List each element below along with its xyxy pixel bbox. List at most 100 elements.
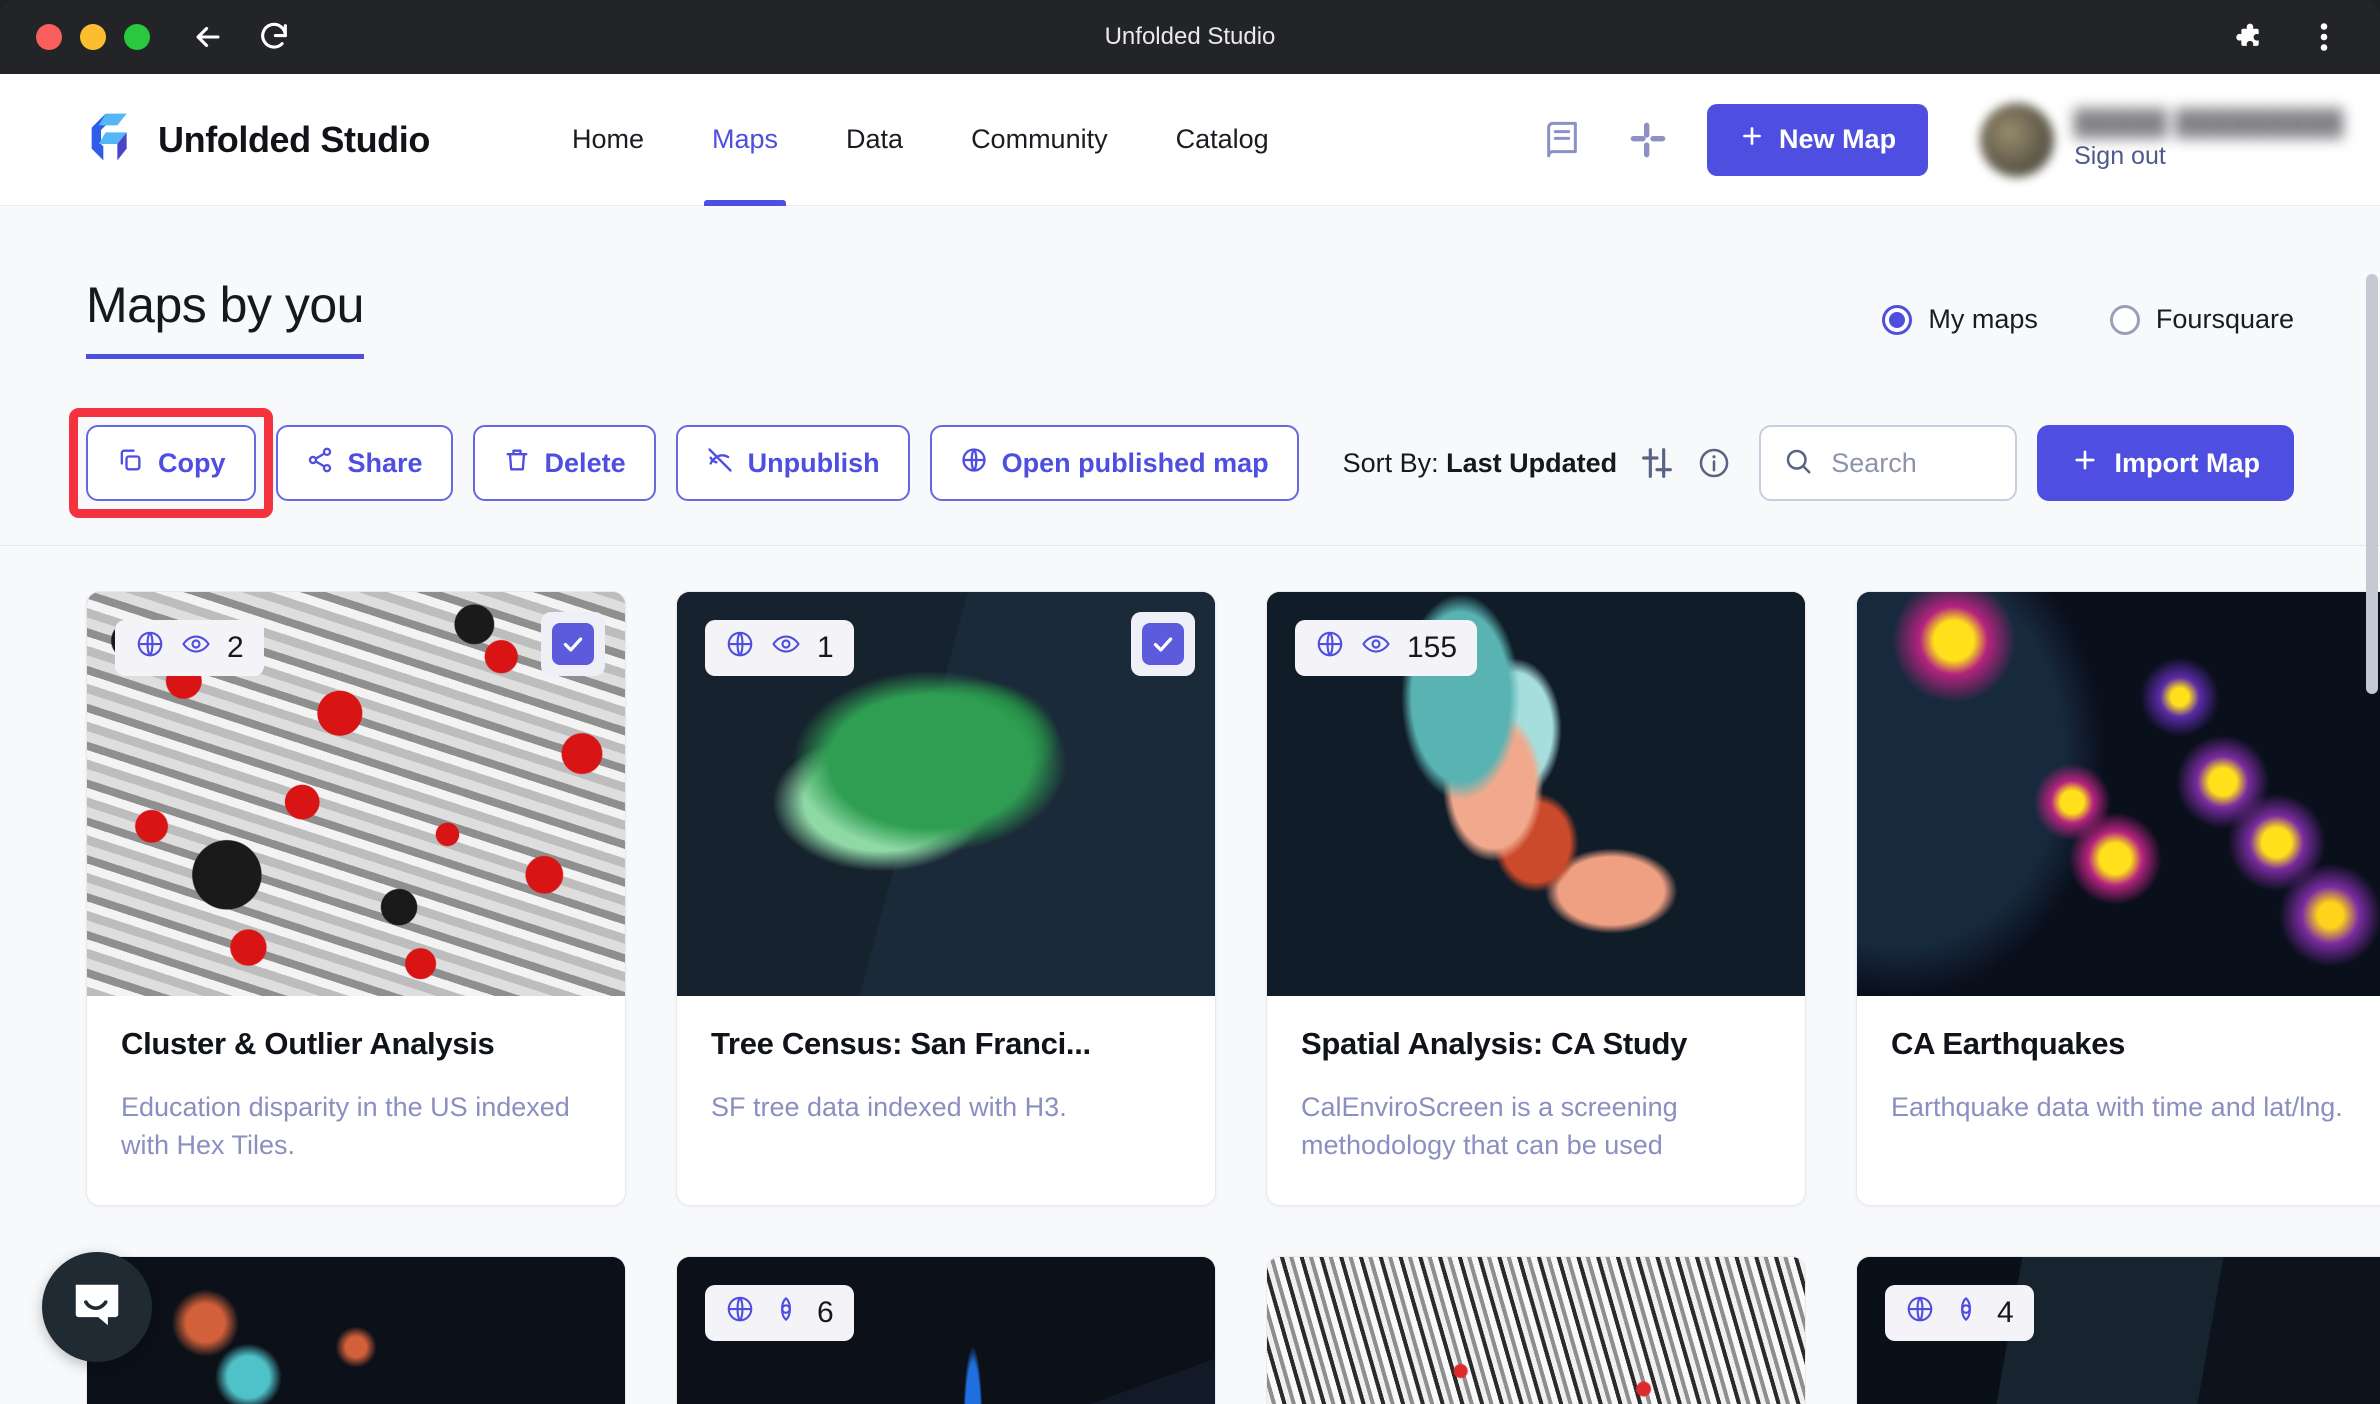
map-preview-image — [1267, 1257, 1805, 1404]
map-card-title: Tree Census: San Franci... — [711, 1026, 1181, 1062]
puzzle-piece-icon[interactable] — [2228, 17, 2268, 57]
map-thumbnail[interactable]: 2 — [87, 592, 625, 996]
globe-icon — [1905, 1294, 1935, 1332]
maps-toolbar: Copy Share Delete Unpublis — [86, 425, 2294, 501]
radio-my-maps-label: My maps — [1928, 304, 2038, 335]
unpublish-label: Unpublish — [748, 448, 880, 479]
share-label: Share — [348, 448, 423, 479]
map-thumbnail[interactable] — [1857, 592, 2380, 996]
intercom-chat-button[interactable] — [42, 1252, 152, 1362]
map-card[interactable]: 1 Tree Census: San Franci... SF tree dat… — [676, 591, 1216, 1206]
map-card-description: SF tree data indexed with H3. — [711, 1088, 1181, 1126]
map-card[interactable]: CA Earthquakes Earthquake data with time… — [1856, 591, 2380, 1206]
map-card[interactable]: 2 Cluster & Outlier Analysis Education d… — [86, 591, 626, 1206]
back-arrow-icon[interactable] — [188, 17, 228, 57]
new-map-button[interactable]: New Map — [1707, 104, 1928, 176]
open-published-map-button[interactable]: Open published map — [930, 425, 1299, 501]
copy-button[interactable]: Copy — [86, 425, 256, 501]
map-status-badge: 6 — [705, 1285, 854, 1341]
browser-chrome: Unfolded Studio — [0, 0, 2380, 74]
map-status-badge: 155 — [1295, 620, 1477, 676]
map-thumbnail[interactable]: 4 — [1857, 1257, 2380, 1404]
vertical-scrollbar[interactable] — [2366, 274, 2378, 694]
map-card-body: Spatial Analysis: CA Study CalEnviroScre… — [1267, 996, 1805, 1205]
unfolded-logo-icon — [80, 109, 136, 170]
sign-out-link[interactable]: Sign out — [2074, 142, 2344, 171]
globe-icon — [1315, 629, 1345, 667]
map-thumbnail[interactable]: 6 — [677, 1257, 1215, 1404]
maps-grid: 2 Cluster & Outlier Analysis Education d… — [86, 591, 2294, 1206]
map-card[interactable]: 6 — [676, 1256, 1216, 1404]
import-map-button[interactable]: Import Map — [2037, 425, 2295, 501]
slack-icon[interactable] — [1605, 105, 1691, 175]
map-card[interactable]: 155 Spatial Analysis: CA Study CalEnviro… — [1266, 591, 1806, 1206]
plus-icon — [1739, 123, 1765, 156]
nav-item-community[interactable]: Community — [937, 74, 1142, 206]
sort-by-control[interactable]: Sort By: Last Updated — [1343, 448, 1618, 479]
info-circle-icon[interactable] — [1697, 436, 1731, 490]
browser-window-title: Unfolded Studio — [0, 23, 2380, 51]
map-card[interactable] — [1266, 1256, 1806, 1404]
maps-grid-row-2: 6 — [86, 1256, 2294, 1404]
map-select-checkbox[interactable] — [541, 612, 605, 676]
book-icon[interactable] — [1519, 105, 1605, 175]
map-status-badge: 1 — [705, 620, 854, 676]
search-box[interactable] — [1759, 425, 2016, 501]
nav-item-data[interactable]: Data — [812, 74, 937, 206]
maximize-window-button[interactable] — [124, 24, 150, 50]
eye-icon — [1361, 629, 1391, 667]
globe-icon — [135, 629, 165, 667]
map-card-body: Cluster & Outlier Analysis Education dis… — [87, 996, 625, 1205]
main-navigation: Home Maps Data Community Catalog — [538, 74, 1303, 206]
radio-my-maps-indicator — [1882, 305, 1912, 335]
view-count: 6 — [817, 1296, 834, 1330]
view-count: 1 — [817, 631, 834, 665]
nav-item-catalog[interactable]: Catalog — [1142, 74, 1303, 206]
brand-logo-link[interactable]: Unfolded Studio — [80, 109, 430, 170]
map-card-description: CalEnviroScreen is a screening methodolo… — [1301, 1088, 1771, 1165]
delete-button[interactable]: Delete — [473, 425, 656, 501]
close-window-button[interactable] — [36, 24, 62, 50]
map-card-body: CA Earthquakes Earthquake data with time… — [1857, 996, 2380, 1166]
share-button[interactable]: Share — [276, 425, 453, 501]
target-icon — [771, 1294, 801, 1332]
minimize-window-button[interactable] — [80, 24, 106, 50]
map-thumbnail[interactable]: 155 — [1267, 592, 1805, 996]
chat-bubble-icon — [68, 1276, 126, 1339]
user-menu[interactable]: █████ █████████ Sign out — [1980, 103, 2344, 177]
trash-icon — [503, 446, 531, 481]
nav-item-maps[interactable]: Maps — [678, 74, 812, 206]
sort-by-value: Last Updated — [1446, 448, 1617, 478]
import-map-label: Import Map — [2115, 448, 2261, 479]
map-card-body: Tree Census: San Franci... SF tree data … — [677, 996, 1215, 1166]
plus-icon — [2071, 446, 2099, 481]
map-thumbnail[interactable] — [87, 1257, 625, 1404]
app-page: Unfolded Studio Home Maps Data Community… — [0, 74, 2380, 1404]
globe-icon — [725, 1294, 755, 1332]
reload-icon[interactable] — [254, 17, 294, 57]
map-card[interactable]: 4 — [1856, 1256, 2380, 1404]
map-card-description: Earthquake data with time and lat/lng. — [1891, 1088, 2361, 1126]
sliders-icon[interactable] — [1637, 436, 1677, 490]
search-input[interactable] — [1831, 448, 1992, 479]
new-map-label: New Map — [1779, 124, 1896, 155]
brand-name: Unfolded Studio — [158, 119, 430, 161]
view-count: 4 — [1997, 1296, 2014, 1330]
map-card[interactable] — [86, 1256, 626, 1404]
map-preview-image — [87, 1257, 625, 1404]
map-thumbnail[interactable]: 1 — [677, 592, 1215, 996]
globe-icon — [725, 629, 755, 667]
toolbar-divider — [0, 545, 2380, 546]
radio-my-maps[interactable]: My maps — [1882, 304, 2038, 335]
view-count: 155 — [1407, 631, 1457, 665]
map-thumbnail[interactable] — [1267, 1257, 1805, 1404]
radio-foursquare[interactable]: Foursquare — [2110, 304, 2294, 335]
page-content: Maps by you My maps Foursquare — [0, 206, 2380, 1404]
unpublish-button[interactable]: Unpublish — [676, 425, 910, 501]
nav-item-home[interactable]: Home — [538, 74, 678, 206]
target-icon — [1951, 1294, 1981, 1332]
map-select-checkbox[interactable] — [1131, 612, 1195, 676]
window-traffic-lights — [36, 24, 150, 50]
map-card-description: Education disparity in the US indexed wi… — [121, 1088, 591, 1165]
three-dots-menu-icon[interactable] — [2304, 17, 2344, 57]
